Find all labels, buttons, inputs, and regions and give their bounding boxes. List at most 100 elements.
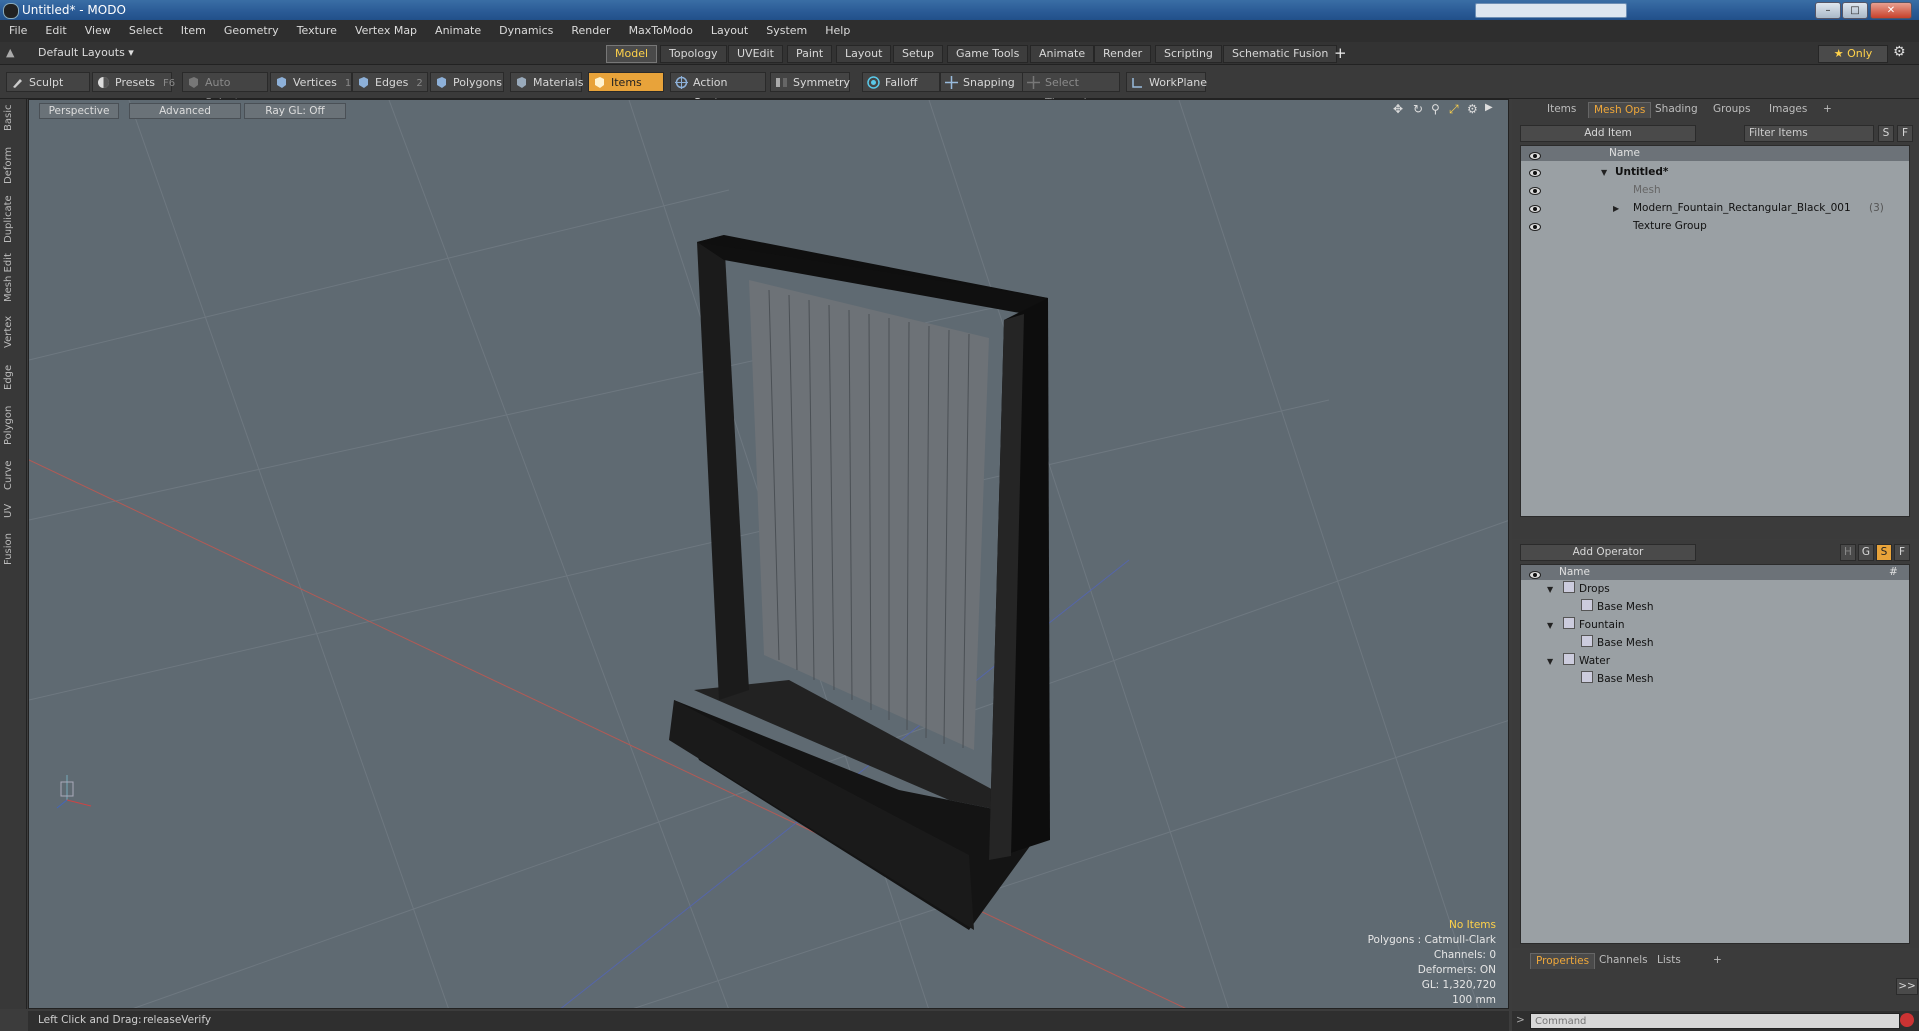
menu-animate[interactable]: Animate: [426, 20, 490, 42]
menu-select[interactable]: Select: [120, 20, 172, 42]
expand-arrow-icon[interactable]: ▼: [1547, 653, 1553, 670]
tab-model[interactable]: Model: [606, 45, 658, 63]
expand-arrow-icon[interactable]: ▶: [1613, 200, 1619, 217]
materials-button[interactable]: Materials: [510, 72, 583, 92]
falloff-button[interactable]: Falloff: [862, 72, 940, 92]
expand-arrow-icon[interactable]: ▼: [1547, 617, 1553, 634]
tab-mesh-edit[interactable]: Mesh Edit: [3, 253, 23, 303]
tab-basic[interactable]: Basic: [3, 103, 23, 133]
only-button[interactable]: ★ Only: [1818, 45, 1888, 63]
action-center-button[interactable]: Action Center: [670, 72, 766, 109]
tab-items[interactable]: Items: [1542, 102, 1581, 117]
tree-row-fountain[interactable]: ▶ Modern_Fountain_Rectangular_Black_001 …: [1521, 200, 1909, 217]
operator-row-drops-base-mesh[interactable]: Base Mesh: [1521, 599, 1909, 616]
operator-g-button[interactable]: G: [1858, 544, 1874, 561]
tab-layout[interactable]: Layout: [836, 45, 892, 63]
tab-curve[interactable]: Curve: [3, 457, 23, 493]
minimize-button[interactable]: –: [1815, 2, 1841, 19]
tab-uv[interactable]: UV: [3, 501, 23, 521]
tab-images[interactable]: Images: [1764, 102, 1812, 117]
tab-channels[interactable]: Channels: [1594, 953, 1653, 968]
sculpt-button[interactable]: Sculpt: [6, 72, 90, 92]
filter-f-button[interactable]: F: [1897, 125, 1913, 142]
select-through-button[interactable]: Select Through: [1022, 72, 1120, 109]
tab-fusion[interactable]: Fusion: [3, 531, 23, 567]
rotate-icon[interactable]: ↻: [1413, 102, 1423, 116]
tab-shading[interactable]: Shading: [1650, 102, 1703, 117]
menu-layout[interactable]: Layout: [702, 20, 757, 42]
menu-help[interactable]: Help: [816, 20, 859, 42]
tab-uvedit[interactable]: UVEdit: [728, 45, 783, 63]
menu-maxtomodo[interactable]: MaxToModo: [620, 20, 702, 42]
pan-icon[interactable]: ✥: [1393, 102, 1403, 116]
tab-topology[interactable]: Topology: [660, 45, 727, 63]
close-button[interactable]: ✕: [1870, 2, 1912, 19]
expand-properties-button[interactable]: >>: [1896, 978, 1918, 995]
operator-h-button[interactable]: H: [1840, 544, 1856, 561]
window-search-field[interactable]: [1475, 3, 1627, 18]
tab-duplicate[interactable]: Duplicate: [3, 195, 23, 243]
tree-row-untitled[interactable]: ▼ Untitled*: [1521, 164, 1909, 181]
menu-item[interactable]: Item: [172, 20, 215, 42]
zoom-icon[interactable]: ⚲: [1431, 102, 1440, 116]
menu-system[interactable]: System: [757, 20, 816, 42]
tab-edge[interactable]: Edge: [3, 361, 23, 393]
operator-row-water-base-mesh[interactable]: Base Mesh: [1521, 671, 1909, 688]
viewport-more-icon[interactable]: ▶: [1485, 102, 1493, 113]
tab-polygon[interactable]: Polygon: [3, 403, 23, 447]
filter-s-button[interactable]: S: [1878, 125, 1894, 142]
operator-f-button[interactable]: F: [1894, 544, 1910, 561]
symmetry-button[interactable]: Symmetry: [770, 72, 850, 92]
polygons-button[interactable]: Polygons: [430, 72, 504, 92]
eye-icon[interactable]: [1529, 223, 1541, 231]
operator-row-fountain[interactable]: ▼ Fountain: [1521, 617, 1909, 634]
add-properties-tab[interactable]: +: [1708, 953, 1727, 968]
default-layouts-dropdown[interactable]: Default Layouts ▾: [38, 46, 134, 59]
maximize-viewport-icon[interactable]: ⤢: [1449, 102, 1459, 117]
presets-button[interactable]: Presets F6: [92, 72, 175, 92]
expand-arrow-icon[interactable]: ▼: [1601, 164, 1607, 181]
advanced-button[interactable]: Advanced: [129, 103, 241, 119]
add-panel-tab[interactable]: +: [1818, 102, 1837, 117]
viewport-settings-icon[interactable]: ⚙: [1467, 102, 1478, 116]
tab-properties[interactable]: Properties: [1530, 953, 1596, 969]
menu-view[interactable]: View: [76, 20, 120, 42]
tab-paint[interactable]: Paint: [787, 45, 833, 63]
workplane-button[interactable]: WorkPlane: [1126, 72, 1207, 92]
vertices-button[interactable]: Vertices 1: [270, 72, 352, 92]
tab-render[interactable]: Render: [1094, 45, 1152, 63]
menu-edit[interactable]: Edit: [36, 20, 75, 42]
eye-icon[interactable]: [1529, 205, 1541, 213]
eye-icon[interactable]: [1529, 187, 1541, 195]
tree-row-texture-group[interactable]: Texture Group: [1521, 218, 1909, 235]
add-item-dropdown[interactable]: Add Item: [1520, 125, 1696, 142]
auto-select-button[interactable]: Auto Select: [182, 72, 268, 109]
eye-icon[interactable]: [1529, 169, 1541, 177]
tab-setup[interactable]: Setup: [893, 45, 944, 63]
tab-scripting[interactable]: Scripting: [1155, 45, 1222, 63]
add-tab-button[interactable]: +: [1334, 44, 1347, 62]
item-tree[interactable]: Name ▼ Untitled* Mesh ▶ Modern_Fountain_…: [1520, 145, 1910, 517]
add-operator-dropdown[interactable]: Add Operator: [1520, 544, 1696, 561]
items-button[interactable]: Items: [588, 72, 664, 92]
operator-s-button[interactable]: S: [1876, 544, 1892, 561]
maximize-button[interactable]: □: [1842, 2, 1868, 19]
filter-items-field[interactable]: Filter Items: [1744, 125, 1874, 142]
tab-mesh-ops[interactable]: Mesh Ops: [1588, 102, 1652, 118]
gear-icon[interactable]: ⚙: [1893, 44, 1906, 60]
command-input[interactable]: [1530, 1013, 1900, 1029]
expand-arrow-icon[interactable]: ▼: [1547, 581, 1553, 598]
edges-button[interactable]: Edges 2: [352, 72, 428, 92]
menu-texture[interactable]: Texture: [288, 20, 346, 42]
menu-render[interactable]: Render: [562, 20, 619, 42]
menu-geometry[interactable]: Geometry: [215, 20, 288, 42]
operator-row-drops[interactable]: ▼ Drops: [1521, 581, 1909, 598]
3d-viewport[interactable]: Perspective Advanced Ray GL: Off ✥ ↻ ⚲ ⤢…: [28, 99, 1509, 1009]
stop-icon[interactable]: [1900, 1013, 1914, 1027]
operator-row-water[interactable]: ▼ Water: [1521, 653, 1909, 670]
menu-dynamics[interactable]: Dynamics: [490, 20, 562, 42]
menu-file[interactable]: File: [0, 20, 36, 42]
tab-animate[interactable]: Animate: [1030, 45, 1095, 63]
operator-tree[interactable]: Name # ▼ Drops Base Mesh ▼ Fountain Base…: [1520, 564, 1910, 944]
tab-lists[interactable]: Lists: [1652, 953, 1686, 968]
